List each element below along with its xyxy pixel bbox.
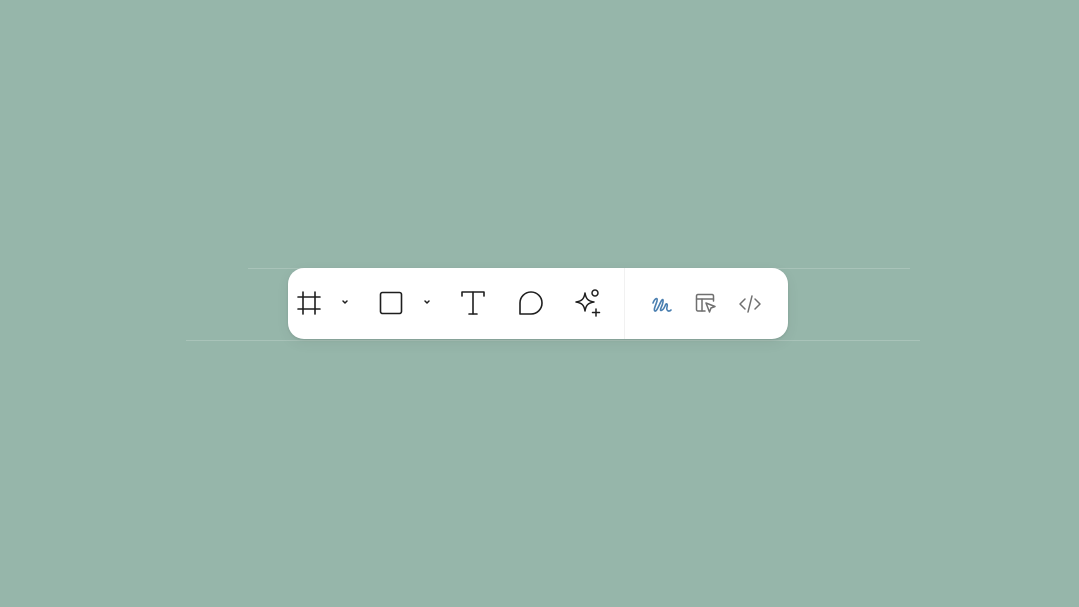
comment-tool-button[interactable] xyxy=(516,288,546,318)
frame-hash-icon xyxy=(296,290,322,316)
sparkle-plus-icon xyxy=(573,288,603,318)
dev-mode-toggle[interactable] xyxy=(737,291,763,317)
canvas-guide-line xyxy=(186,340,920,341)
chevron-down-icon xyxy=(422,294,432,312)
shape-tool-button[interactable] xyxy=(376,288,406,318)
layout-cursor-icon xyxy=(694,292,718,316)
frame-tool-button[interactable] xyxy=(294,288,324,318)
draw-mode-toggle[interactable] xyxy=(649,291,675,317)
text-t-icon xyxy=(459,289,487,317)
design-mode-toggle[interactable] xyxy=(693,291,719,317)
code-brackets-icon xyxy=(738,292,762,316)
square-icon xyxy=(378,290,404,316)
scribble-pen-icon xyxy=(650,292,674,316)
toolbar-divider xyxy=(624,268,625,339)
shape-tool-dropdown[interactable] xyxy=(420,296,434,310)
frame-tool-dropdown[interactable] xyxy=(338,296,352,310)
speech-bubble-icon xyxy=(517,289,545,317)
chevron-down-icon xyxy=(340,294,350,312)
ai-actions-button[interactable] xyxy=(573,288,603,318)
bottom-toolbar xyxy=(288,268,788,339)
text-tool-button[interactable] xyxy=(458,288,488,318)
